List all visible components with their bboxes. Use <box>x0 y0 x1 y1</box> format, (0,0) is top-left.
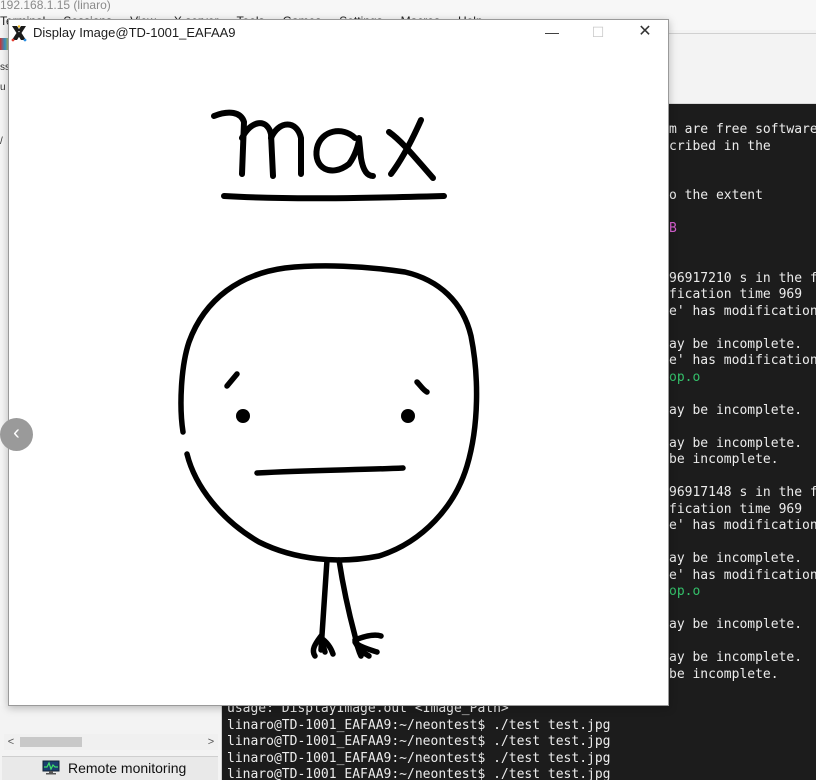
terminal-line: fication time 969 <box>669 287 803 302</box>
terminal-line: cribed in the <box>669 138 771 154</box>
terminal-line: be incomplete. <box>669 666 779 682</box>
terminal-line: ay be incomplete. <box>669 435 803 451</box>
terminal-line: op.o <box>669 369 701 385</box>
terminal-line: ay be incomplete. <box>669 650 803 665</box>
terminal-line: linaro@TD-1001_EAFAA9:~/neontest$ ./test… <box>227 717 611 733</box>
scroll-left-arrow[interactable]: < <box>4 734 18 750</box>
image-canvas <box>178 109 480 659</box>
host-toolbar <box>668 30 816 104</box>
terminal-line: ay be incomplete. <box>669 551 803 566</box>
terminal-line: e' has modification <box>669 353 816 368</box>
terminal-line: ay be incomplete. <box>669 402 803 418</box>
monitor-icon <box>42 760 60 775</box>
terminal-line: linaro@TD-1001_EAFAA9:~/neontest$ ./test… <box>227 767 611 780</box>
back-nav-button[interactable]: ‹ <box>0 418 33 451</box>
remote-monitoring-label: Remote monitoring <box>68 760 187 776</box>
left-eye <box>236 409 250 423</box>
terminal-line: o the extent <box>669 188 763 203</box>
remote-monitoring-button[interactable]: Remote monitoring <box>2 756 218 780</box>
terminal-line: 96917210 s in the f <box>669 270 816 286</box>
x-server-icon <box>11 25 27 42</box>
horizontal-scrollbar[interactable]: < > <box>4 734 218 750</box>
terminal-line: be incomplete. <box>669 452 779 467</box>
minimize-button[interactable]: — <box>529 20 575 46</box>
terminal-line: 96917148 s in the f <box>669 485 816 500</box>
terminal-line: linaro@TD-1001_EAFAA9:~/neontest$ ./test… <box>227 734 611 749</box>
sidebar-bottom: < > Remote monitoring <box>0 706 222 780</box>
screen: 192.168.1.15 (linaro) TerminalSessionsVi… <box>0 0 816 780</box>
right-eye <box>401 409 415 423</box>
display-image-window[interactable]: Display Image@TD-1001_EAFAA9 — ☐ ✕ <box>8 19 669 706</box>
face-drawing <box>178 263 480 659</box>
scrollbar-thumb[interactable] <box>20 737 82 747</box>
terminal-line: ay be incomplete. <box>669 336 803 352</box>
terminal-line: linaro@TD-1001_EAFAA9:~/neontest$ ./test… <box>227 750 611 766</box>
terminal-line: op.o <box>669 584 701 599</box>
window-titlebar[interactable]: Display Image@TD-1001_EAFAA9 — ☐ ✕ <box>9 20 668 46</box>
host-window-title: 192.168.1.15 (linaro) <box>0 0 816 14</box>
scroll-right-arrow[interactable]: > <box>204 734 218 750</box>
terminal-line: B <box>669 221 677 236</box>
window-title: Display Image@TD-1001_EAFAA9 <box>33 25 236 40</box>
terminal-line: ay be incomplete. <box>669 617 803 632</box>
maximize-button[interactable]: ☐ <box>575 20 621 46</box>
terminal-line: m are free software <box>669 122 816 137</box>
terminal-line: e' has modification <box>669 518 816 533</box>
handwritten-word <box>211 109 447 202</box>
terminal-line: fication time 969 <box>669 501 803 517</box>
terminal-line: e' has modification <box>669 567 816 583</box>
terminal-line: e' has modification <box>669 303 816 319</box>
close-button[interactable]: ✕ <box>622 20 668 46</box>
